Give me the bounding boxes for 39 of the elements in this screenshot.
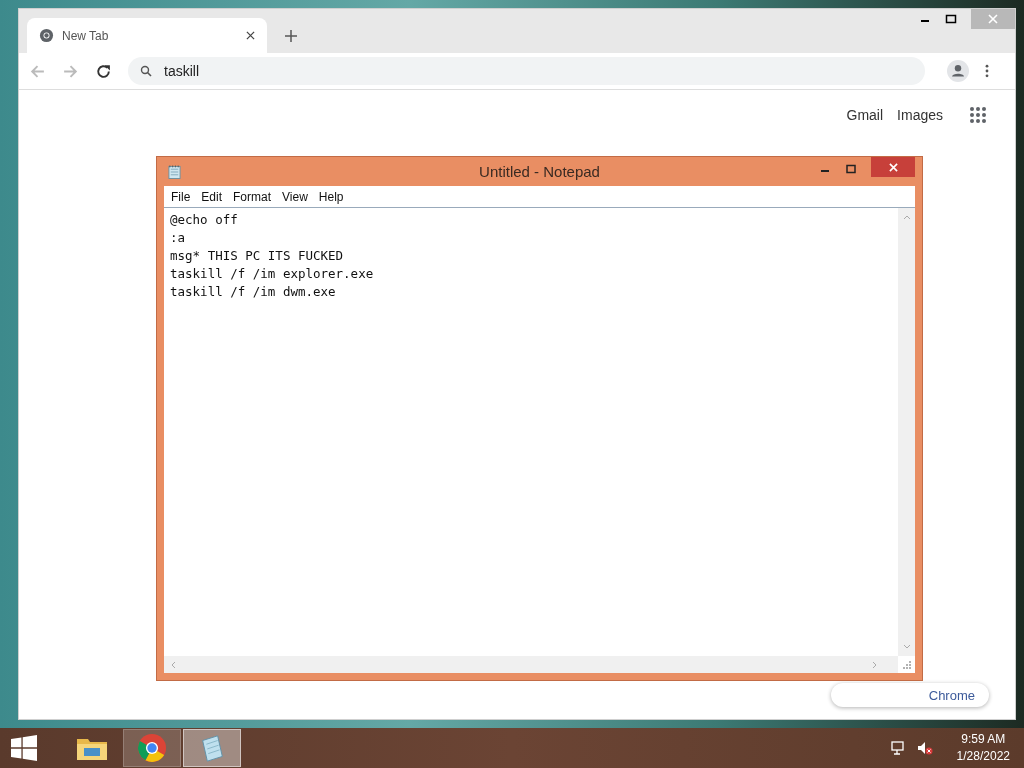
menu-icon[interactable] xyxy=(985,64,989,78)
notepad-icon xyxy=(168,163,181,180)
maximize-icon[interactable] xyxy=(845,163,857,175)
time-text: 9:59 AM xyxy=(961,731,1006,748)
header-link[interactable]: Gmail xyxy=(846,107,884,123)
text-line: msg* THIS PC ITS FUCKED xyxy=(170,248,344,263)
browser-tab[interactable]: New Tab xyxy=(27,18,267,53)
reload-icon[interactable] xyxy=(95,62,112,80)
resize-grip-icon[interactable] xyxy=(901,660,912,670)
browser-logo-icon xyxy=(39,28,54,43)
close-icon xyxy=(888,162,898,172)
start-icon[interactable] xyxy=(11,735,37,761)
text-line: taskill /f /im dwm.exe xyxy=(170,284,336,299)
close-icon xyxy=(988,14,998,24)
customize-button[interactable]: Chrome xyxy=(830,683,989,707)
speaker-muted-icon[interactable] xyxy=(916,740,933,756)
search-icon xyxy=(140,65,152,77)
menu-item[interactable]: Help xyxy=(318,189,344,204)
menu-item[interactable]: View xyxy=(282,189,308,204)
new-tab-icon[interactable] xyxy=(285,30,297,42)
window-title: Untitled - Notepad xyxy=(479,163,600,180)
menu-item[interactable]: Edit xyxy=(201,189,223,204)
text-line: @echo off xyxy=(170,212,238,227)
header-link[interactable]: Images xyxy=(897,107,943,123)
network-icon[interactable] xyxy=(890,740,907,756)
date-text: 1/28/2022 xyxy=(956,748,1010,765)
close-button[interactable] xyxy=(871,157,915,177)
profile-icon[interactable] xyxy=(947,60,969,82)
menu-item[interactable]: Format xyxy=(233,189,272,204)
menu-item[interactable]: File xyxy=(171,189,191,204)
browser-logo-icon xyxy=(137,733,167,763)
text-line: :a xyxy=(170,230,186,245)
address-bar[interactable]: taskill xyxy=(128,57,925,85)
browser-taskbar-button[interactable] xyxy=(123,729,181,767)
close-tab-icon[interactable] xyxy=(246,31,255,40)
text-line: taskill /f /im explorer.exe xyxy=(170,266,374,281)
apps-grid-icon[interactable] xyxy=(969,106,987,124)
clock[interactable]: 9:59 AM 1/28/2022 xyxy=(956,731,1010,765)
maximize-icon[interactable] xyxy=(945,13,957,25)
